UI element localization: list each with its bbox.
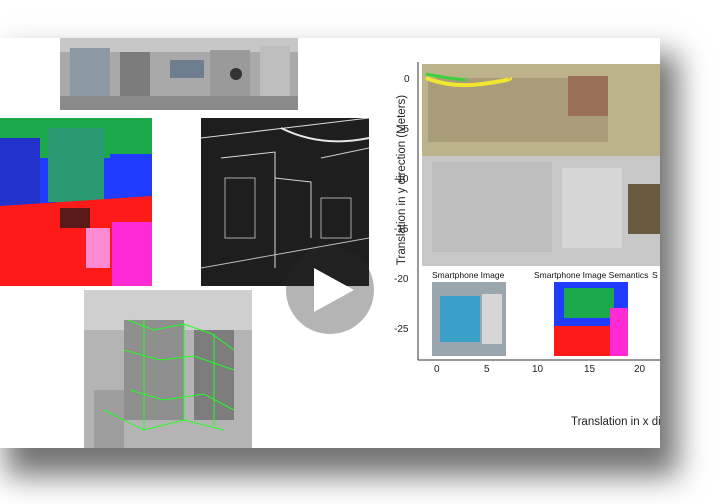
inset-label-smartphone-image: Smartphone Image [432, 270, 505, 280]
play-button[interactable] [286, 246, 374, 334]
semantic-segmentation-thumbnail [0, 118, 152, 286]
video-card[interactable]: 0 -5 -10 -15 -20 -25 0 5 10 15 20 Smartp… [0, 38, 660, 448]
x-tick-0: 0 [434, 364, 440, 375]
x-axis-label: Translation in x di [571, 416, 660, 428]
x-tick-4: 20 [634, 364, 646, 375]
y-tick-5: -25 [394, 324, 409, 335]
x-tick-1: 5 [484, 364, 490, 375]
x-tick-2: 10 [532, 364, 544, 375]
inset-label-cut: S [652, 270, 658, 280]
trajectory-plot: 0 -5 -10 -15 -20 -25 0 5 10 15 20 Smartp… [382, 38, 660, 448]
x-tick-3: 15 [584, 364, 596, 375]
play-icon [314, 268, 354, 312]
feature-points-thumbnail [84, 290, 252, 448]
inset-label-smartphone-semantics: Smartphone Image Semantics [534, 270, 649, 280]
y-axis-label: Translation in y direction (Meters) [396, 94, 408, 266]
top-render-thumbnail [60, 38, 298, 110]
